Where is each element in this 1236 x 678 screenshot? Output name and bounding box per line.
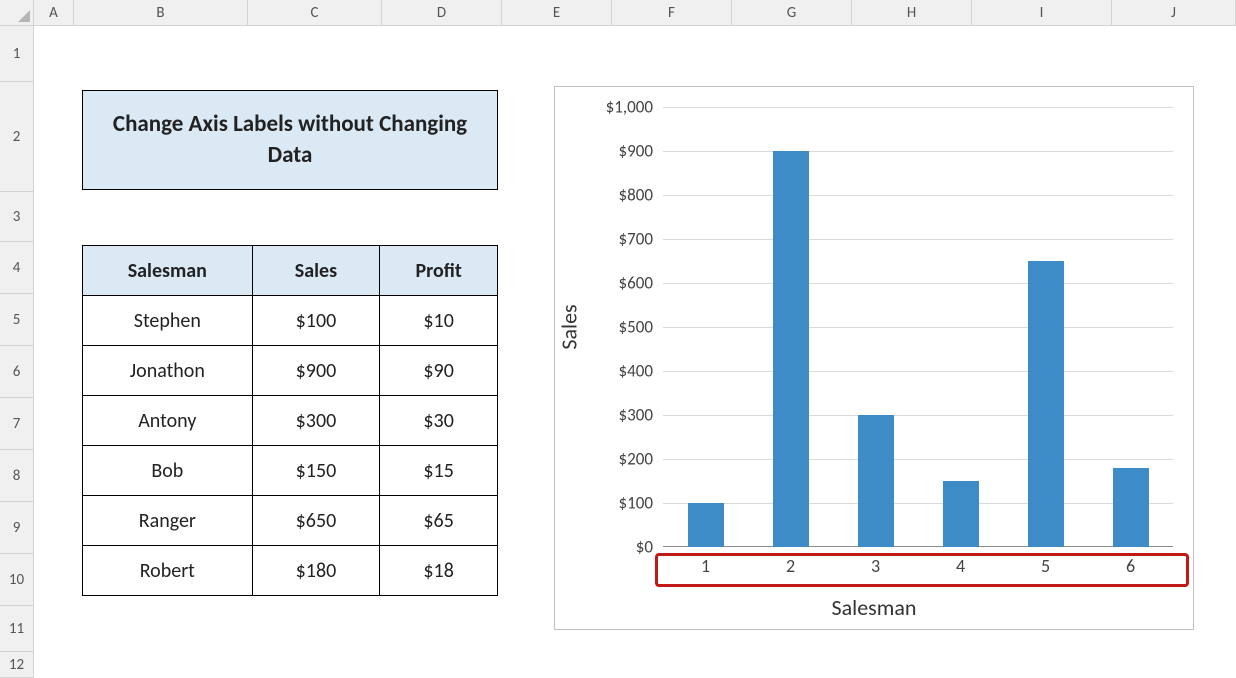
column-header-J[interactable]: J	[1112, 0, 1236, 26]
header-profit[interactable]: Profit	[380, 246, 498, 296]
gridline	[663, 371, 1173, 372]
y-tick-label: $500	[573, 317, 653, 338]
bar[interactable]	[943, 481, 979, 547]
x-axis-highlight-box	[655, 553, 1189, 587]
chart-object[interactable]: 123456 $0$100$200$300$400$500$600$700$80…	[554, 86, 1194, 630]
y-tick-label: $1,000	[573, 97, 653, 118]
y-tick-label: $0	[573, 537, 653, 558]
column-header-H[interactable]: H	[852, 0, 972, 26]
row-header-5[interactable]: 5	[0, 294, 34, 346]
gridline	[663, 151, 1173, 152]
row-header-9[interactable]: 9	[0, 502, 34, 554]
table-row[interactable]: Jonathon$900$90	[83, 346, 498, 396]
cell-sales[interactable]: $180	[252, 546, 380, 596]
table-row[interactable]: Ranger$650$65	[83, 496, 498, 546]
y-tick-label: $300	[573, 405, 653, 426]
cell-salesman[interactable]: Stephen	[83, 296, 253, 346]
cell-sales[interactable]: $650	[252, 496, 380, 546]
y-axis-title: Sales	[556, 304, 583, 349]
cell-salesman[interactable]: Bob	[83, 446, 253, 496]
row-header-7[interactable]: 7	[0, 398, 34, 450]
cell-profit[interactable]: $10	[380, 296, 498, 346]
row-header-3[interactable]: 3	[0, 192, 34, 242]
bar[interactable]	[858, 415, 894, 547]
column-header-C[interactable]: C	[248, 0, 382, 26]
y-tick-label: $600	[573, 273, 653, 294]
select-all-corner[interactable]	[0, 0, 34, 26]
x-tick-label: 5	[1026, 555, 1066, 577]
x-tick-label: 2	[771, 555, 811, 577]
y-tick-label: $700	[573, 229, 653, 250]
row-header-11[interactable]: 11	[0, 606, 34, 652]
gridline	[663, 327, 1173, 328]
cell-salesman[interactable]: Robert	[83, 546, 253, 596]
gridline	[663, 415, 1173, 416]
bar[interactable]	[773, 151, 809, 547]
row-header-1[interactable]: 1	[0, 26, 34, 82]
gridline	[663, 195, 1173, 196]
bar[interactable]	[688, 503, 724, 547]
cell-sales[interactable]: $900	[252, 346, 380, 396]
x-tick-label: 6	[1111, 555, 1151, 577]
x-axis-line	[663, 546, 1173, 547]
cell-profit[interactable]: $18	[380, 546, 498, 596]
plot-area: 123456	[663, 107, 1173, 547]
x-tick-label: 3	[856, 555, 896, 577]
cell-salesman[interactable]: Jonathon	[83, 346, 253, 396]
title-text: Change Axis Labels without Changing Data	[95, 109, 485, 171]
column-header-F[interactable]: F	[612, 0, 732, 26]
row-header-8[interactable]: 8	[0, 450, 34, 502]
y-tick-label: $400	[573, 361, 653, 382]
gridline	[663, 239, 1173, 240]
header-sales[interactable]: Sales	[252, 246, 380, 296]
x-tick-label: 1	[686, 555, 726, 577]
row-header-12[interactable]: 12	[0, 652, 34, 678]
column-header-D[interactable]: D	[382, 0, 502, 26]
bar[interactable]	[1028, 261, 1064, 547]
row-header-2[interactable]: 2	[0, 82, 34, 192]
table-row[interactable]: Stephen$100$10	[83, 296, 498, 346]
x-axis-title: Salesman	[555, 594, 1193, 621]
column-header-E[interactable]: E	[502, 0, 612, 26]
cell-sales[interactable]: $300	[252, 396, 380, 446]
cell-profit[interactable]: $15	[380, 446, 498, 496]
cell-sales[interactable]: $150	[252, 446, 380, 496]
header-salesman[interactable]: Salesman	[83, 246, 253, 296]
column-header-A[interactable]: A	[34, 0, 74, 26]
cell-profit[interactable]: $65	[380, 496, 498, 546]
y-tick-label: $800	[573, 185, 653, 206]
column-header-B[interactable]: B	[74, 0, 248, 26]
row-header-6[interactable]: 6	[0, 346, 34, 398]
y-tick-label: $900	[573, 141, 653, 162]
worksheet[interactable]: ABCDEFGHIJ 123456789101112 Change Axis L…	[0, 0, 1236, 678]
x-tick-label: 4	[941, 555, 981, 577]
cell-salesman[interactable]: Ranger	[83, 496, 253, 546]
y-tick-label: $100	[573, 493, 653, 514]
gridline	[663, 459, 1173, 460]
title-merged-cell[interactable]: Change Axis Labels without Changing Data	[82, 90, 498, 190]
table-row[interactable]: Robert$180$18	[83, 546, 498, 596]
gridline	[663, 503, 1173, 504]
cell-profit[interactable]: $30	[380, 396, 498, 446]
column-header-I[interactable]: I	[972, 0, 1112, 26]
table-row[interactable]: Bob$150$15	[83, 446, 498, 496]
row-header-4[interactable]: 4	[0, 242, 34, 294]
cell-profit[interactable]: $90	[380, 346, 498, 396]
cell-salesman[interactable]: Antony	[83, 396, 253, 446]
cell-sales[interactable]: $100	[252, 296, 380, 346]
data-table[interactable]: Salesman Sales Profit Stephen$100$10Jona…	[82, 245, 498, 596]
row-header-10[interactable]: 10	[0, 554, 34, 606]
y-tick-label: $200	[573, 449, 653, 470]
table-row[interactable]: Antony$300$30	[83, 396, 498, 446]
column-header-G[interactable]: G	[732, 0, 852, 26]
gridline	[663, 107, 1173, 108]
gridline	[663, 283, 1173, 284]
bar[interactable]	[1113, 468, 1149, 547]
